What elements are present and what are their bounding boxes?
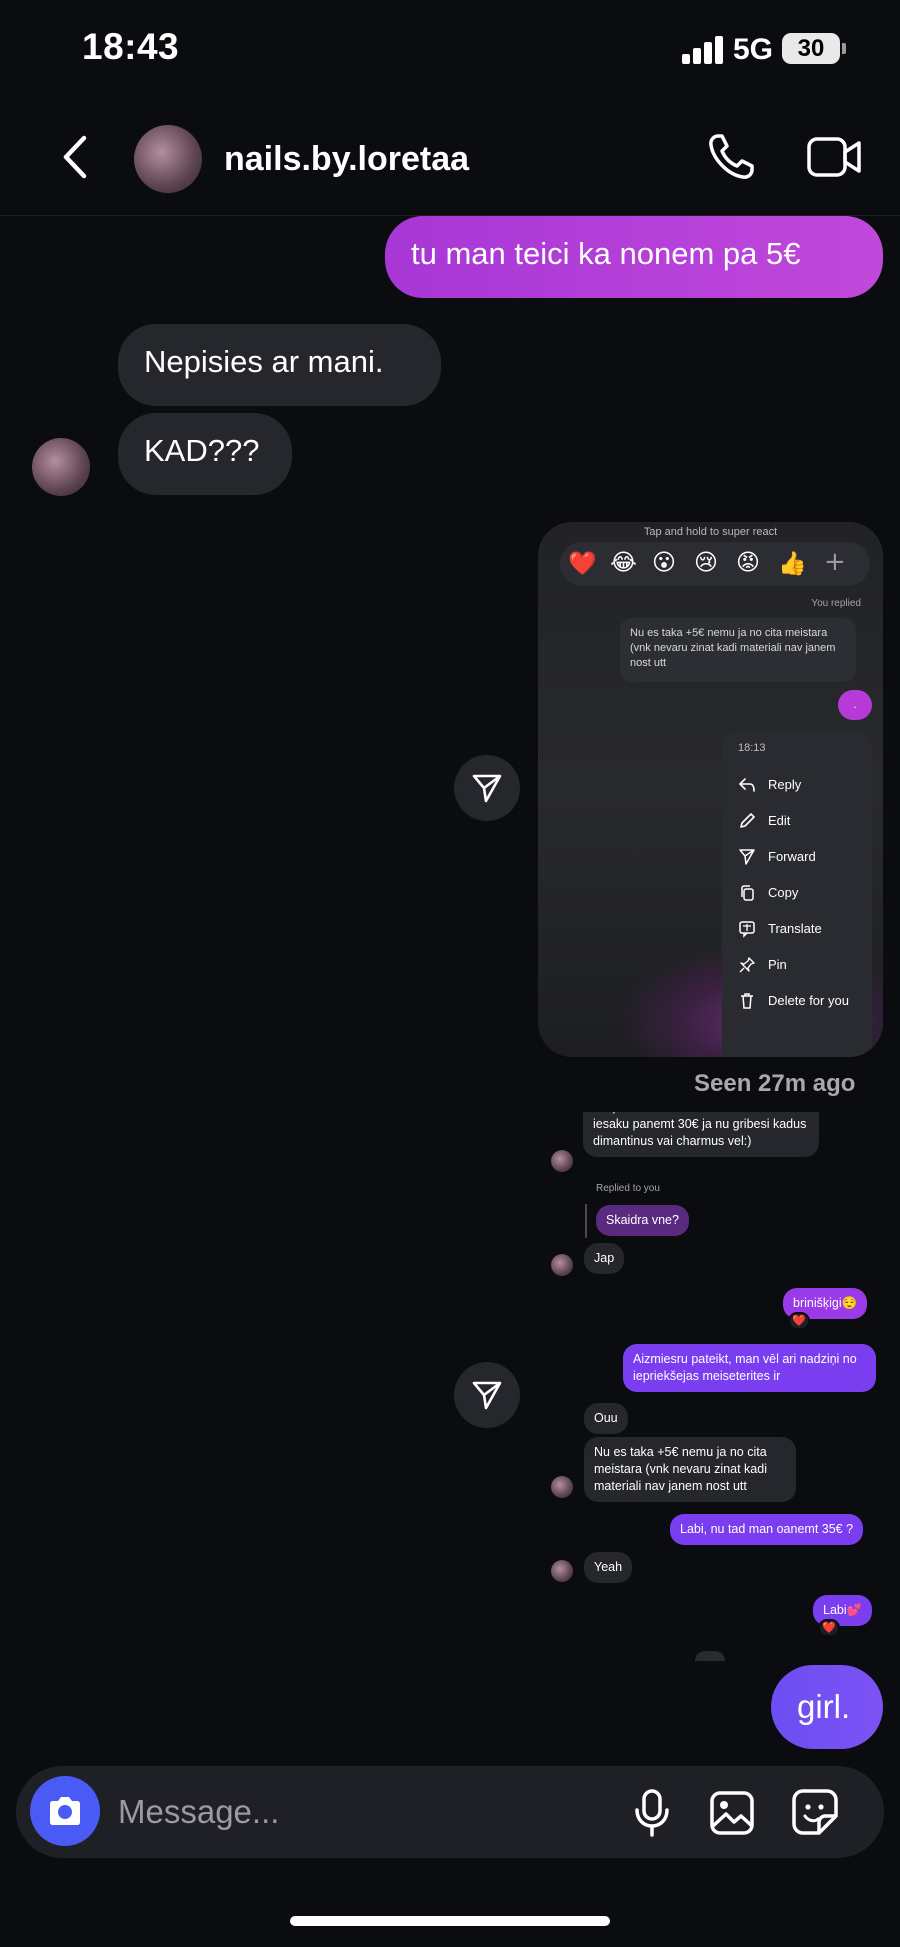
reaction-laugh: 😂 <box>610 550 637 576</box>
sender-avatar <box>551 1560 573 1582</box>
phone-icon[interactable] <box>706 132 756 182</box>
context-menu: 18:13 Reply Edit Forward Copy Translate … <box>722 732 872 1057</box>
camera-button[interactable] <box>30 1776 100 1846</box>
battery-tip <box>842 43 846 54</box>
super-react-hint: Tap and hold to super react <box>643 526 778 538</box>
sender-avatar <box>551 1476 573 1498</box>
reaction-thumbs-up: 👍 <box>778 551 807 577</box>
received-message[interactable]: Yeah <box>584 1552 633 1583</box>
menu-translate-label: Translate <box>768 921 822 936</box>
forward-button[interactable] <box>454 1362 520 1428</box>
sent-message[interactable]: tu man teici ka nonem pa 5€ <box>385 216 883 298</box>
menu-copy-label: Copy <box>768 885 799 900</box>
sent-message[interactable]: girl. <box>771 1665 883 1749</box>
reply-quote[interactable]: Skaidra vne? <box>596 1205 689 1236</box>
menu-reply-label: Reply <box>768 777 802 792</box>
message-input[interactable]: Message... <box>118 1793 279 1831</box>
home-indicator <box>290 1916 610 1926</box>
trash-icon <box>741 993 753 1009</box>
menu-edit-label: Edit <box>768 813 791 828</box>
network-type: 5G <box>733 33 774 66</box>
partial-message-clip: Nu pec ta dizaina sanak 27€ bet nu iesak… <box>540 1112 890 1172</box>
forward-button[interactable] <box>454 755 520 821</box>
sent-message[interactable]: Aizmiesru pateikt, man vēl ari nadziņi n… <box>623 1344 876 1392</box>
photo-gallery-icon[interactable] <box>709 1790 755 1836</box>
received-message[interactable]: Nu pec ta dizaina sanak 27€ bet nu iesak… <box>583 1112 819 1157</box>
seen-status: Seen 27m ago <box>694 1070 856 1097</box>
reaction-wow: 😮 <box>652 550 676 576</box>
reaction-bar: ❤️ 😂 😮 😢 😡 👍 + <box>560 542 870 586</box>
reaction-angry: 😡 <box>736 550 760 576</box>
video-camera-icon[interactable] <box>806 134 862 180</box>
menu-time: 18:13 <box>738 742 766 754</box>
received-message[interactable]: Nepisies ar mani. <box>118 324 441 406</box>
send-plane-icon <box>472 1381 502 1410</box>
received-message[interactable]: KAD??? <box>118 413 292 495</box>
menu-forward-label: Forward <box>768 849 816 864</box>
reaction-add: + <box>824 547 846 577</box>
shared-screenshot[interactable]: Tap and hold to super react ❤️ 😂 😮 😢 😡 👍… <box>538 522 883 1057</box>
pencil-icon <box>740 813 755 828</box>
heart-reaction: ❤️ <box>818 1619 840 1637</box>
avatar[interactable] <box>134 125 202 193</box>
battery-icon: 30 <box>782 33 840 64</box>
copy-icon <box>741 885 754 901</box>
reaction-heart: ❤️ <box>568 551 597 577</box>
you-replied-label: You replied <box>811 598 861 609</box>
chat-username[interactable]: nails.by.loretaa <box>224 140 469 179</box>
sender-avatar <box>551 1150 573 1172</box>
microphone-icon[interactable] <box>632 1788 672 1838</box>
back-chevron-icon[interactable] <box>58 134 94 180</box>
sent-message[interactable]: Labi, nu tad man oanemt 35€ ? <box>670 1514 864 1545</box>
send-plane-icon <box>472 774 502 803</box>
quoted-message: Nu es taka +5€ nemu ja no cita meistara … <box>620 618 856 682</box>
status-time: 18:43 <box>82 26 180 67</box>
translate-icon <box>739 921 755 938</box>
reply-quote-line <box>585 1204 587 1238</box>
sender-avatar <box>551 1254 573 1276</box>
signal-icon <box>682 36 724 64</box>
menu-pin-label: Pin <box>768 957 787 972</box>
received-message[interactable]: Nu es taka +5€ nemu ja no cita meistara … <box>584 1437 796 1502</box>
camera-icon <box>50 1797 80 1825</box>
received-message[interactable]: Ouu <box>584 1403 628 1434</box>
menu-delete-label: Delete for you <box>768 993 849 1008</box>
sticker-icon[interactable] <box>791 1788 839 1836</box>
send-plane-icon <box>739 849 755 865</box>
partial-avatar <box>695 1651 725 1661</box>
replied-to-you-label: Replied to you <box>596 1183 660 1194</box>
sender-avatar[interactable] <box>32 438 90 496</box>
reply-icon <box>738 778 755 792</box>
pin-icon <box>739 957 755 973</box>
received-message[interactable]: Jap <box>584 1243 625 1274</box>
dot-message: . <box>838 690 872 720</box>
heart-reaction: ❤️ <box>788 1312 810 1330</box>
reaction-cry: 😢 <box>694 550 718 576</box>
